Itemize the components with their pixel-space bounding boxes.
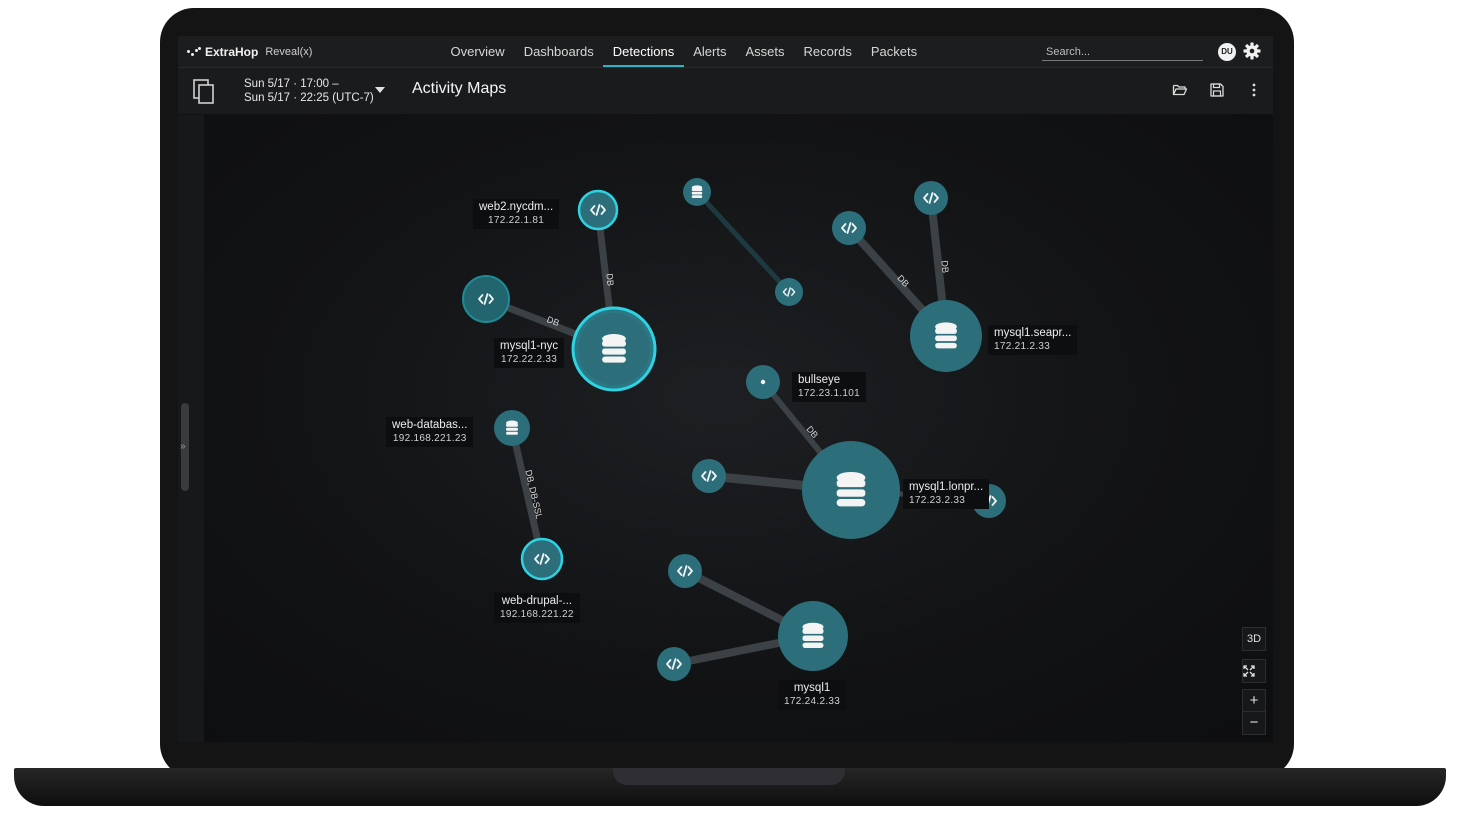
tab-records[interactable]: Records	[794, 36, 861, 67]
node-web-databas[interactable]	[494, 410, 530, 446]
node-name: web2.nycdm...	[479, 201, 554, 213]
caret-down-icon[interactable]	[375, 87, 385, 93]
time-range-end: Sun 5/17 · 22:25 (UTC-7)	[244, 92, 374, 104]
tab-dashboards[interactable]: Dashboards	[514, 36, 603, 67]
node-bullseye[interactable]	[746, 365, 780, 399]
node-label[interactable]: bullseye 172.23.1.101	[792, 372, 866, 402]
folder-open-icon[interactable]	[1172, 82, 1188, 98]
node-name: web-databas...	[392, 419, 468, 431]
node-label[interactable]: mysql1-nyc 172.22.2.33	[494, 338, 565, 368]
node-ip: 172.21.2.33	[994, 341, 1051, 352]
node-client-sea-left[interactable]	[832, 211, 866, 245]
double-chevron-right-icon[interactable]: »	[180, 441, 186, 452]
node-ip: 172.23.2.33	[909, 495, 966, 506]
node-client-m1-left[interactable]	[657, 647, 691, 681]
main-nav: Overview Dashboards Detections Alerts As…	[441, 36, 927, 67]
logo-text: ExtraHop	[205, 45, 259, 59]
document-copy-icon[interactable]	[193, 79, 215, 105]
node-mysql1-seapr[interactable]	[910, 300, 982, 372]
node-client-sea-top[interactable]	[914, 181, 948, 215]
node-client-mid-top[interactable]	[775, 278, 803, 306]
node-client-m1-top[interactable]	[668, 554, 702, 588]
node-name: mysql1	[793, 682, 831, 694]
node-name: mysql1.seapr...	[994, 327, 1072, 339]
node-ip: 192.168.221.22	[500, 609, 574, 620]
fit-screen-icon	[1243, 665, 1255, 677]
node-ip: 192.168.221.23	[392, 433, 467, 444]
tab-assets[interactable]: Assets	[736, 36, 794, 67]
time-range-selector[interactable]: Sun 5/17 · 17:00 – Sun 5/17 · 22:25 (UTC…	[244, 77, 374, 105]
node-name: bullseye	[798, 374, 841, 386]
page-title: Activity Maps	[412, 80, 507, 97]
node-label[interactable]: web2.nycdm... 172.22.1.81	[473, 199, 560, 229]
node-server-small-top[interactable]	[683, 178, 711, 206]
gear-icon[interactable]	[1242, 41, 1262, 61]
save-icon[interactable]	[1209, 82, 1225, 98]
dot-icon	[760, 379, 766, 385]
laptop-hinge-notch	[613, 768, 845, 785]
page-toolbar: Sun 5/17 · 17:00 – Sun 5/17 · 22:25 (UTC…	[178, 68, 1273, 114]
app-logo[interactable]: ExtraHop Reveal(x)	[187, 45, 312, 59]
zoom-in-button[interactable]: +	[1242, 689, 1266, 713]
edge-label-db: DB	[604, 273, 615, 286]
node-ip: 172.22.2.33	[501, 354, 558, 365]
kebab-menu-icon[interactable]	[1246, 82, 1262, 98]
tab-detections[interactable]: Detections	[603, 36, 684, 67]
node-label[interactable]: mysql1 172.24.2.33	[778, 680, 847, 710]
node-label[interactable]: mysql1.seapr... 172.21.2.33	[988, 325, 1078, 355]
node-name: mysql1.lonpr...	[909, 481, 984, 493]
edge-label-db: DB	[939, 260, 950, 273]
node-web-drupal[interactable]	[520, 537, 564, 581]
node-ip: 172.23.1.101	[798, 388, 860, 399]
node-mysql1-nyc[interactable]	[571, 306, 657, 392]
node-ip: 172.24.2.33	[784, 696, 841, 707]
user-avatar[interactable]: DU	[1218, 43, 1236, 61]
tab-alerts[interactable]: Alerts	[684, 36, 736, 67]
time-range-start: Sun 5/17 · 17:00 –	[244, 78, 339, 90]
left-collapsed-panel: »	[178, 115, 204, 742]
fit-screen-button[interactable]	[1242, 659, 1266, 683]
search-input[interactable]	[1042, 44, 1203, 61]
top-navigation-bar: ExtraHop Reveal(x) Overview Dashboards D…	[178, 36, 1273, 68]
tab-overview[interactable]: Overview	[441, 36, 514, 67]
node-client-lon-left[interactable]	[692, 459, 726, 493]
view-3d-button[interactable]: 3D	[1242, 627, 1266, 651]
node-client-nyc-left[interactable]	[462, 275, 510, 323]
node-ip: 172.22.1.81	[488, 215, 545, 226]
node-mysql1[interactable]	[778, 601, 848, 671]
node-label[interactable]: web-drupal-... 192.168.221.22	[494, 593, 580, 623]
app-screen: ExtraHop Reveal(x) Overview Dashboards D…	[178, 36, 1273, 742]
node-label[interactable]: mysql1.lonpr... 172.23.2.33	[903, 479, 990, 509]
extrahop-logo-icon	[187, 47, 201, 57]
node-name: web-drupal-...	[501, 595, 573, 607]
node-web2[interactable]	[577, 189, 619, 231]
edge-small-top[interactable]	[695, 190, 791, 294]
zoom-out-button[interactable]: −	[1242, 711, 1266, 735]
node-label[interactable]: web-databas... 192.168.221.23	[386, 417, 474, 447]
activity-map-canvas[interactable]: DB DB DB DB DB DB, DB-SSL web2.nycdm... …	[204, 115, 1273, 742]
activity-map-graph[interactable]: DB DB DB DB DB DB, DB-SSL	[204, 115, 1273, 742]
node-name: mysql1-nyc	[500, 340, 559, 352]
tab-packets[interactable]: Packets	[861, 36, 926, 67]
logo-subtext: Reveal(x)	[265, 46, 313, 58]
